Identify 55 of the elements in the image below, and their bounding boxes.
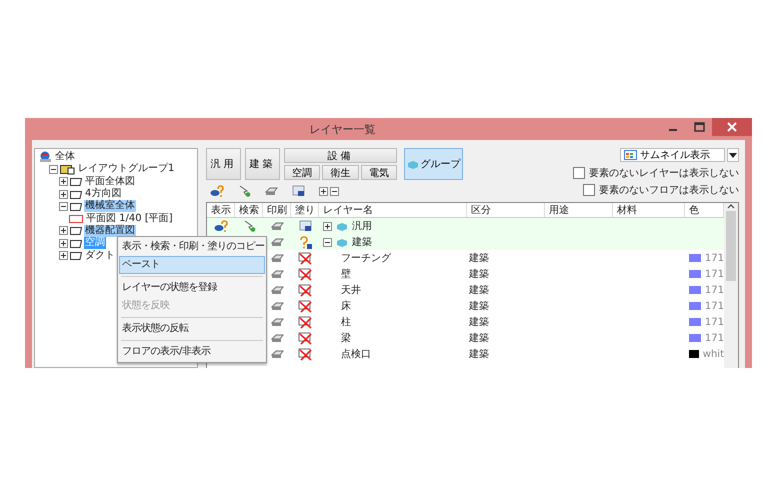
column-header[interactable]: レイヤー名 xyxy=(319,203,467,217)
color-value: 171 xyxy=(704,332,724,344)
color-value: whit xyxy=(702,348,724,360)
menu-item[interactable]: 表示・検索・印刷・塗りのコピー xyxy=(119,238,265,256)
tree-item[interactable]: 平面全体図 xyxy=(84,176,136,188)
layer-name[interactable]: 天井 xyxy=(319,285,361,296)
column-header[interactable]: 印刷 xyxy=(263,203,291,217)
category-button[interactable]: 空調 xyxy=(284,165,320,180)
category-button[interactable]: 衛生 xyxy=(322,165,359,180)
checkbox-label: 要素のないレイヤーは表示しない xyxy=(589,166,739,180)
category-button[interactable]: 建築 xyxy=(245,148,280,180)
layer-name[interactable]: 床 xyxy=(319,301,351,312)
menu-item[interactable]: レイヤーの状態を登録 xyxy=(119,279,265,297)
checkbox-label: 要素のないフロアは表示しない xyxy=(599,184,739,196)
group-name[interactable]: 汎用 xyxy=(352,219,372,233)
category-button[interactable]: 設備 xyxy=(284,148,397,163)
column-header[interactable]: 検索 xyxy=(235,203,263,217)
table-cell-text: 建築 xyxy=(468,269,489,280)
menu-item[interactable]: ペースト xyxy=(119,256,265,274)
table-cell-text: 建築 xyxy=(468,333,489,344)
tree-item[interactable]: 機械室全体 xyxy=(84,200,136,212)
layer-name[interactable]: フーチング xyxy=(319,253,391,264)
column-header[interactable]: 塗り xyxy=(291,203,319,217)
layer-name[interactable]: 柱 xyxy=(319,317,351,328)
group-button[interactable]: グループ xyxy=(404,148,463,180)
column-header[interactable]: 表示 xyxy=(207,203,235,217)
window-title: レイヤー一覧 xyxy=(308,122,376,136)
menu-item[interactable]: 表示状態の反転 xyxy=(119,320,265,338)
table-cell-text: 建築 xyxy=(468,317,489,328)
column-header[interactable]: 用途 xyxy=(545,203,613,217)
tree-item[interactable]: ダクト xyxy=(84,250,116,262)
table-cell-text: 建築 xyxy=(468,349,489,360)
layer-name[interactable]: 壁 xyxy=(319,269,351,280)
menu-item[interactable]: フロアの表示/非表示 xyxy=(119,343,265,361)
layer-name[interactable]: 梁 xyxy=(319,333,351,344)
color-value: 171 xyxy=(704,252,724,264)
category-button[interactable]: 電気 xyxy=(360,165,397,180)
color-value: 171 xyxy=(704,268,724,280)
table-cell-text: 建築 xyxy=(468,285,489,296)
color-value: 171 xyxy=(704,284,724,296)
color-value: 171 xyxy=(704,316,724,328)
group-name[interactable]: 建築 xyxy=(352,235,372,249)
color-value: 171 xyxy=(704,300,724,312)
category-button[interactable]: 汎用 xyxy=(206,148,241,180)
tree-item[interactable]: 平面図 1/40 [平面] xyxy=(85,212,174,225)
column-header[interactable]: 材料 xyxy=(613,203,685,217)
table-cell-text: 建築 xyxy=(468,301,489,312)
view-dropdown[interactable]: サムネイル表示 xyxy=(620,148,725,162)
tree-item[interactable]: 機器配置図 xyxy=(84,224,136,237)
layer-name[interactable]: 点検口 xyxy=(319,349,371,360)
tree-item[interactable]: 4方向図 xyxy=(84,188,122,200)
column-header[interactable]: 区分 xyxy=(467,203,545,217)
tree-item[interactable]: レイアウトグループ1 xyxy=(77,163,176,176)
table-cell-text: 建築 xyxy=(468,253,489,264)
tree-item[interactable]: 全体 xyxy=(54,151,76,164)
